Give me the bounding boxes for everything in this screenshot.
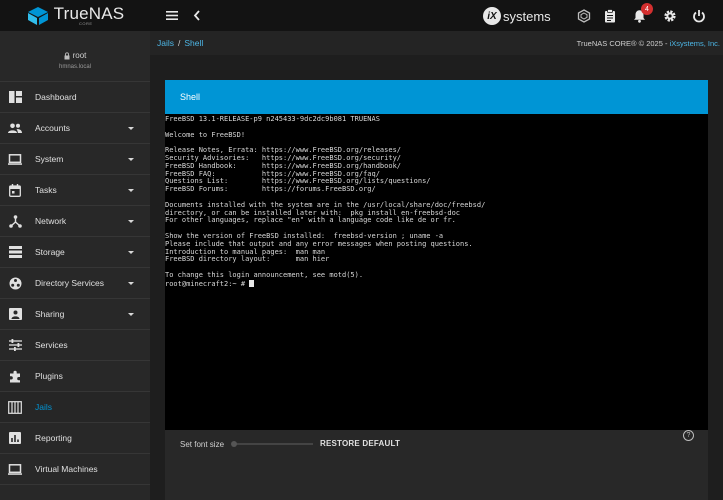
sidebar-item-label: Storage — [35, 247, 65, 257]
chevron-left-icon[interactable] — [193, 8, 201, 23]
caret-down-icon — [128, 281, 134, 285]
sidebar-item-label: Accounts — [35, 123, 70, 133]
notification-count-badge: 4 — [641, 3, 653, 15]
brand[interactable]: TrueNAS CORE — [0, 0, 150, 31]
sidebar-item-label: Services — [35, 340, 68, 350]
top-bar: TrueNAS CORE iX systems 4 — [0, 0, 723, 31]
user-name: root — [72, 51, 87, 60]
network-icon — [8, 214, 22, 228]
user-info: root hmnas.local — [0, 31, 150, 82]
truenas-logo-icon — [27, 6, 48, 25]
breadcrumb-jails[interactable]: Jails — [157, 38, 174, 48]
sidebar: root hmnas.local Dashboard Accounts Syst… — [0, 31, 150, 500]
breadcrumb-separator: / — [178, 38, 181, 48]
accounts-icon — [8, 121, 22, 135]
sidebar-item-services[interactable]: Services — [0, 330, 150, 361]
ix-wordmark: systems — [503, 8, 551, 24]
font-size-slider-thumb[interactable] — [231, 441, 237, 447]
sidebar-item-jails[interactable]: Jails — [0, 392, 150, 423]
lock-icon — [64, 51, 70, 59]
reporting-icon — [8, 431, 22, 445]
terminal[interactable]: FreeBSD 13.1-RELEASE-p9 n245433-9dc2dc9b… — [165, 114, 708, 430]
breadcrumb: Jails / Shell — [157, 38, 203, 48]
caret-down-icon — [128, 126, 134, 130]
restore-default-button[interactable]: RESTORE DEFAULT — [320, 439, 400, 448]
caret-down-icon — [128, 312, 134, 316]
sidebar-item-accounts[interactable]: Accounts — [0, 113, 150, 144]
help-icon[interactable]: ? — [683, 430, 694, 441]
sidebar-item-label: Dashboard — [35, 92, 77, 102]
terminal-line: FreeBSD 13.1-RELEASE-p9 n245433-9dc2dc9b… — [165, 115, 380, 123]
directory-services-icon — [8, 276, 22, 290]
terminal-line: root@minecraft2:~ # — [165, 279, 708, 288]
sidebar-item-dashboard[interactable]: Dashboard — [0, 82, 150, 113]
terminal-line: To change this login announcement, see m… — [165, 270, 364, 279]
sidebar-item-label: Plugins — [35, 371, 63, 381]
power-icon[interactable] — [692, 8, 706, 23]
tasks-icon — [8, 183, 22, 197]
copyright-text: TrueNAS CORE® © 2025 - — [576, 39, 670, 48]
caret-down-icon — [128, 250, 134, 254]
sidebar-item-plugins[interactable]: Plugins — [0, 361, 150, 392]
caret-down-icon — [128, 157, 134, 161]
sidebar-item-sharing[interactable]: Sharing — [0, 299, 150, 330]
shell-card: Shell FreeBSD 13.1-RELEASE-p9 n245433-9d… — [165, 80, 708, 500]
menu-icon[interactable] — [166, 8, 178, 23]
sidebar-item-label: Virtual Machines — [35, 464, 98, 474]
sidebar-item-label: Jails — [35, 402, 53, 412]
sidebar-item-system[interactable]: System — [0, 144, 150, 175]
storage-icon — [8, 245, 22, 259]
sharing-icon — [8, 307, 22, 321]
terminal-line: Welcome to FreeBSD! — [165, 130, 246, 139]
plugins-icon — [8, 369, 22, 383]
sidebar-item-label: System — [35, 154, 64, 164]
sidebar-item-tasks[interactable]: Tasks — [0, 175, 150, 206]
shell-card-footer: Set font size RESTORE DEFAULT ? — [165, 430, 708, 470]
font-size-label: Set font size — [180, 440, 225, 449]
sidebar-item-storage[interactable]: Storage — [0, 237, 150, 268]
task-manager-icon[interactable] — [604, 8, 616, 23]
breadcrumb-shell[interactable]: Shell — [184, 38, 203, 48]
user-host: hmnas.local — [58, 64, 91, 70]
sidebar-item-virtual-machines[interactable]: Virtual Machines — [0, 454, 150, 485]
sidebar-item-label: Directory Services — [35, 278, 104, 288]
caret-down-icon — [128, 188, 134, 192]
copyright: TrueNAS CORE® © 2025 - iXsystems, Inc. — [577, 39, 720, 48]
sidebar-item-network[interactable]: Network — [0, 206, 150, 237]
sidebar-item-label: Reporting — [35, 433, 72, 443]
jails-icon — [8, 400, 22, 414]
sidebar-item-directory-services[interactable]: Directory Services — [0, 268, 150, 299]
main-content: Jails / Shell TrueNAS CORE® © 2025 - iXs… — [150, 31, 723, 500]
user-name-row: root — [0, 31, 150, 60]
font-size-slider[interactable] — [231, 441, 313, 447]
sidebar-item-reporting[interactable]: Reporting — [0, 423, 150, 454]
virtual-machines-icon — [8, 462, 22, 476]
dashboard-icon — [8, 90, 22, 104]
terminal-line: FreeBSD directory layout: man hier — [165, 255, 330, 264]
sidebar-item-label: Tasks — [35, 185, 57, 195]
settings-gear-icon[interactable] — [663, 8, 677, 23]
terminal-line: FreeBSD Forums: https://forums.FreeBSD.o… — [165, 185, 376, 194]
terminal-cursor — [249, 279, 255, 287]
sidebar-item-label: Sharing — [35, 309, 65, 319]
breadcrumb-bar: Jails / Shell TrueNAS CORE® © 2025 - iXs… — [150, 31, 723, 55]
brand-edition: CORE — [79, 21, 93, 26]
truecommand-icon[interactable] — [577, 8, 591, 23]
system-icon — [8, 152, 22, 166]
ixsystems-logo[interactable]: iX systems — [483, 6, 551, 26]
card-title: Shell — [180, 92, 201, 102]
sidebar-item-label: Network — [35, 216, 67, 226]
caret-down-icon — [128, 219, 134, 223]
ix-mark: iX — [483, 7, 501, 25]
terminal-line: For other languages, replace "en" with a… — [165, 216, 456, 225]
shell-card-header: Shell — [165, 80, 708, 114]
copyright-company-link[interactable]: iXsystems, Inc. — [670, 39, 720, 48]
services-icon — [8, 338, 22, 352]
